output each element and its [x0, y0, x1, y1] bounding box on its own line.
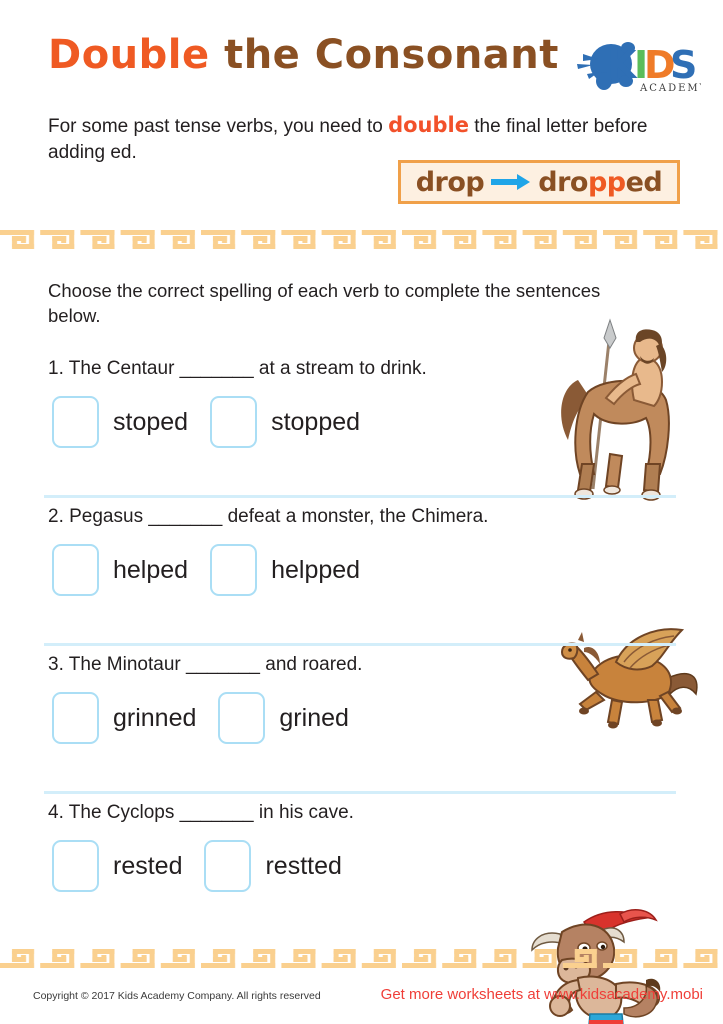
answer-option[interactable]: rested — [52, 840, 182, 892]
svg-text:S: S — [670, 43, 697, 87]
example-word-result: dropped — [538, 167, 662, 198]
svg-text:ACADEMY: ACADEMY — [639, 83, 701, 94]
answer-option[interactable]: stoped — [52, 396, 188, 448]
question-item: 1. The Centaur _______ at a stream to dr… — [0, 318, 723, 501]
question-item: 4. The Cyclops _______ in his cave. rest… — [0, 794, 723, 942]
answer-option[interactable]: helpped — [210, 544, 360, 596]
answer-options: stoped stopped — [52, 396, 360, 448]
answer-option-label: stoped — [113, 407, 189, 436]
question-sentence: 2. Pegasus _______ defeat a monster, the… — [48, 506, 489, 527]
question-sentence: 1. The Centaur _______ at a stream to dr… — [48, 358, 427, 379]
page-title-part2: the Consonant — [209, 32, 559, 78]
answer-option-label: helpped — [271, 555, 361, 584]
answer-option-label: grined — [279, 703, 349, 732]
example-result-suffix: ed — [625, 166, 663, 198]
question-item: 2. Pegasus _______ defeat a monster, the… — [0, 498, 723, 729]
intro-text-highlight: double — [388, 113, 469, 137]
answer-option[interactable]: stopped — [210, 396, 360, 448]
answer-option[interactable]: restted — [204, 840, 342, 892]
question-item: 3. The Minotaur _______ and roared. grin… — [0, 646, 723, 1024]
answer-options: rested restted — [52, 840, 342, 892]
answer-checkbox[interactable] — [210, 544, 258, 596]
answer-option-label: grinned — [113, 703, 197, 732]
worksheet-footer: Copyright © 2017 Kids Academy Company. A… — [0, 986, 723, 1024]
answer-checkbox[interactable] — [52, 692, 99, 744]
answer-option-label: rested — [113, 851, 183, 880]
example-word-base: drop — [415, 166, 485, 198]
answer-options: grinned grined — [52, 692, 349, 744]
answer-checkbox[interactable] — [52, 544, 99, 596]
greek-key-border-top — [0, 224, 723, 254]
intro-text: For some past tense verbs, you need to d… — [48, 112, 670, 166]
answer-option[interactable]: grinned — [52, 692, 196, 744]
example-result-double: pp — [587, 166, 626, 198]
answer-checkbox[interactable] — [218, 692, 266, 744]
answer-checkbox[interactable] — [52, 840, 99, 892]
question-sentence: 3. The Minotaur _______ and roared. — [48, 654, 363, 675]
page-title-part1: Double — [48, 32, 210, 78]
greek-key-border-bottom — [0, 944, 723, 974]
question-sentence: 4. The Cyclops _______ in his cave. — [48, 802, 354, 823]
answer-checkbox[interactable] — [204, 840, 252, 892]
answer-option-label: stopped — [271, 407, 361, 436]
intro-text-before: For some past tense verbs, you need to — [48, 116, 389, 137]
centaur-illustration — [548, 314, 698, 504]
page-title: Double the Consonant — [48, 32, 559, 78]
answer-option[interactable]: helped — [52, 544, 188, 596]
worksheet-page: Double the Consonant K I D S ACADEMY — [0, 0, 723, 1024]
answer-option[interactable]: grined — [218, 692, 349, 744]
answer-option-label: restted — [265, 851, 342, 880]
arrow-right-icon — [491, 173, 531, 191]
answer-checkbox[interactable] — [52, 396, 99, 448]
answer-options: helped helpped — [52, 544, 360, 596]
answer-option-label: helped — [113, 555, 189, 584]
promo-link[interactable]: Get more worksheets at www.kidsacademy.m… — [381, 986, 703, 1003]
example-box: drop dropped — [398, 160, 680, 204]
kids-academy-logo: K I D S ACADEMY — [571, 34, 701, 96]
example-result-prefix: dro — [538, 166, 588, 198]
directions-text: Choose the correct spelling of each verb… — [48, 280, 601, 326]
worksheet-header: Double the Consonant K I D S ACADEMY — [0, 0, 723, 222]
answer-checkbox[interactable] — [210, 396, 258, 448]
copyright-text: Copyright © 2017 Kids Academy Company. A… — [33, 990, 321, 1002]
